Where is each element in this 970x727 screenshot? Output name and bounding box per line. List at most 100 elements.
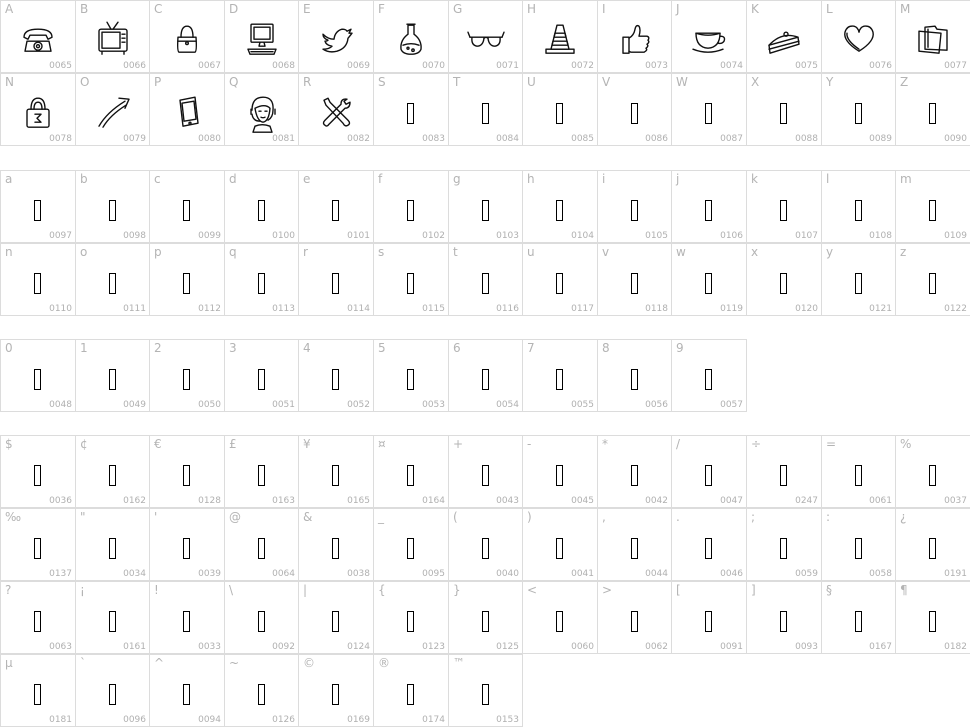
glyph-cell[interactable]: L 0076 [821, 0, 896, 73]
glyph-cell[interactable]: c 0099 [149, 170, 225, 243]
glyph-cell[interactable]: 3 0051 [224, 339, 299, 412]
glyph-cell[interactable]: y 0121 [821, 243, 896, 316]
glyph-cell[interactable]: n 0110 [0, 243, 76, 316]
glyph-cell[interactable]: (0040 [448, 508, 523, 581]
glyph-cell[interactable]: O 0079 [75, 73, 150, 146]
glyph-cell[interactable]: } 0125 [448, 581, 523, 654]
glyph-cell[interactable]: €0128 [149, 435, 225, 508]
glyph-cell[interactable]: Y 0089 [821, 73, 896, 146]
glyph-cell[interactable]: i 0105 [597, 170, 672, 243]
glyph-cell[interactable]: ? 0063 [0, 581, 76, 654]
glyph-cell[interactable]: ] 0093 [746, 581, 822, 654]
glyph-cell[interactable]: F 0070 [373, 0, 449, 73]
glyph-cell[interactable]: A 0065 [0, 0, 76, 73]
glyph-cell[interactable]: s 0115 [373, 243, 449, 316]
glyph-cell[interactable]: | 0124 [298, 581, 374, 654]
glyph-cell[interactable]: Z 0090 [895, 73, 970, 146]
glyph-cell[interactable]: µ 0181 [0, 654, 76, 727]
glyph-cell[interactable]: , 0044 [597, 508, 672, 581]
glyph-cell[interactable]: g 0103 [448, 170, 523, 243]
glyph-cell[interactable]: " 0034 [75, 508, 150, 581]
glyph-cell[interactable]: G 0071 [448, 0, 523, 73]
glyph-cell[interactable]: X 0088 [746, 73, 822, 146]
glyph-cell[interactable]: ‰ 0137 [0, 508, 76, 581]
glyph-cell[interactable]: : 0058 [821, 508, 896, 581]
glyph-cell[interactable]: @0064 [224, 508, 299, 581]
glyph-cell[interactable]: % 0037 [895, 435, 970, 508]
glyph-cell[interactable]: b 0098 [75, 170, 150, 243]
glyph-cell[interactable]: B 0066 [75, 0, 150, 73]
glyph-cell[interactable]: r 0114 [298, 243, 374, 316]
glyph-cell[interactable]: 4 0052 [298, 339, 374, 412]
glyph-cell[interactable]: q 0113 [224, 243, 299, 316]
glyph-cell[interactable]: {0123 [373, 581, 449, 654]
glyph-cell[interactable]: u 0117 [522, 243, 598, 316]
glyph-cell[interactable]: <0060 [522, 581, 598, 654]
glyph-cell[interactable]: +0043 [448, 435, 523, 508]
glyph-cell[interactable]: N 0078 [0, 73, 76, 146]
glyph-cell[interactable]: C 0067 [149, 0, 225, 73]
glyph-cell[interactable]: H 0072 [522, 0, 598, 73]
glyph-cell[interactable]: l 0108 [821, 170, 896, 243]
glyph-cell[interactable]: e 0101 [298, 170, 374, 243]
glyph-cell[interactable]: £0163 [224, 435, 299, 508]
glyph-cell[interactable]: ¿ 0191 [895, 508, 970, 581]
glyph-cell[interactable]: T 0084 [448, 73, 523, 146]
glyph-cell[interactable]: k 0107 [746, 170, 822, 243]
glyph-cell[interactable]: j 0106 [671, 170, 747, 243]
glyph-cell[interactable]: V 0086 [597, 73, 672, 146]
glyph-cell[interactable]: o 0111 [75, 243, 150, 316]
glyph-cell[interactable]: ' 0039 [149, 508, 225, 581]
glyph-cell[interactable]: R 0082 [298, 73, 374, 146]
glyph-cell[interactable]: * 0042 [597, 435, 672, 508]
glyph-cell[interactable]: f 0102 [373, 170, 449, 243]
glyph-cell[interactable]: 2 0050 [149, 339, 225, 412]
glyph-cell[interactable]: 9 0057 [671, 339, 747, 412]
glyph-cell[interactable]: K 0075 [746, 0, 822, 73]
glyph-cell[interactable]: ; 0059 [746, 508, 822, 581]
glyph-cell[interactable]: m 0109 [895, 170, 970, 243]
glyph-cell[interactable]: w 0119 [671, 243, 747, 316]
glyph-cell[interactable]: \ 0092 [224, 581, 299, 654]
glyph-cell[interactable]: ¢ 0162 [75, 435, 150, 508]
glyph-cell[interactable]: 0 0048 [0, 339, 76, 412]
glyph-cell[interactable]: ¶ 0182 [895, 581, 970, 654]
glyph-cell[interactable]: 6 0054 [448, 339, 523, 412]
glyph-cell[interactable]: . 0046 [671, 508, 747, 581]
glyph-cell[interactable]: ™ 0153 [448, 654, 523, 727]
glyph-cell[interactable]: W 0087 [671, 73, 747, 146]
glyph-cell[interactable]: I 0073 [597, 0, 672, 73]
glyph-cell[interactable]: ) 0041 [522, 508, 598, 581]
glyph-cell[interactable]: S 0083 [373, 73, 449, 146]
glyph-cell[interactable]: p 0112 [149, 243, 225, 316]
glyph-cell[interactable]: U 0085 [522, 73, 598, 146]
glyph-cell[interactable]: P 0080 [149, 73, 225, 146]
glyph-cell[interactable]: x 0120 [746, 243, 822, 316]
glyph-cell[interactable]: ÷ 0247 [746, 435, 822, 508]
glyph-cell[interactable]: [0091 [671, 581, 747, 654]
glyph-cell[interactable]: t 0116 [448, 243, 523, 316]
glyph-cell[interactable]: E 0069 [298, 0, 374, 73]
glyph-cell[interactable]: z 0122 [895, 243, 970, 316]
glyph-cell[interactable]: ! 0033 [149, 581, 225, 654]
glyph-cell[interactable]: h 0104 [522, 170, 598, 243]
glyph-cell[interactable]: Q 0081 [224, 73, 299, 146]
glyph-cell[interactable]: $0036 [0, 435, 76, 508]
glyph-cell[interactable]: = 0061 [821, 435, 896, 508]
glyph-cell[interactable]: / 0047 [671, 435, 747, 508]
glyph-cell[interactable]: ¥0165 [298, 435, 374, 508]
glyph-cell[interactable]: >0062 [597, 581, 672, 654]
glyph-cell[interactable]: a 0097 [0, 170, 76, 243]
glyph-cell[interactable]: _ 0095 [373, 508, 449, 581]
glyph-cell[interactable]: ¤ 0164 [373, 435, 449, 508]
glyph-cell[interactable]: ® 0174 [373, 654, 449, 727]
glyph-cell[interactable]: 5 0053 [373, 339, 449, 412]
glyph-cell[interactable]: ` 0096 [75, 654, 150, 727]
glyph-cell[interactable]: D 0068 [224, 0, 299, 73]
glyph-cell[interactable]: 1 0049 [75, 339, 150, 412]
glyph-cell[interactable]: ^ 0094 [149, 654, 225, 727]
glyph-cell[interactable]: ¡ 0161 [75, 581, 150, 654]
glyph-cell[interactable]: & 0038 [298, 508, 374, 581]
glyph-cell[interactable]: ~0126 [224, 654, 299, 727]
glyph-cell[interactable]: 8 0056 [597, 339, 672, 412]
